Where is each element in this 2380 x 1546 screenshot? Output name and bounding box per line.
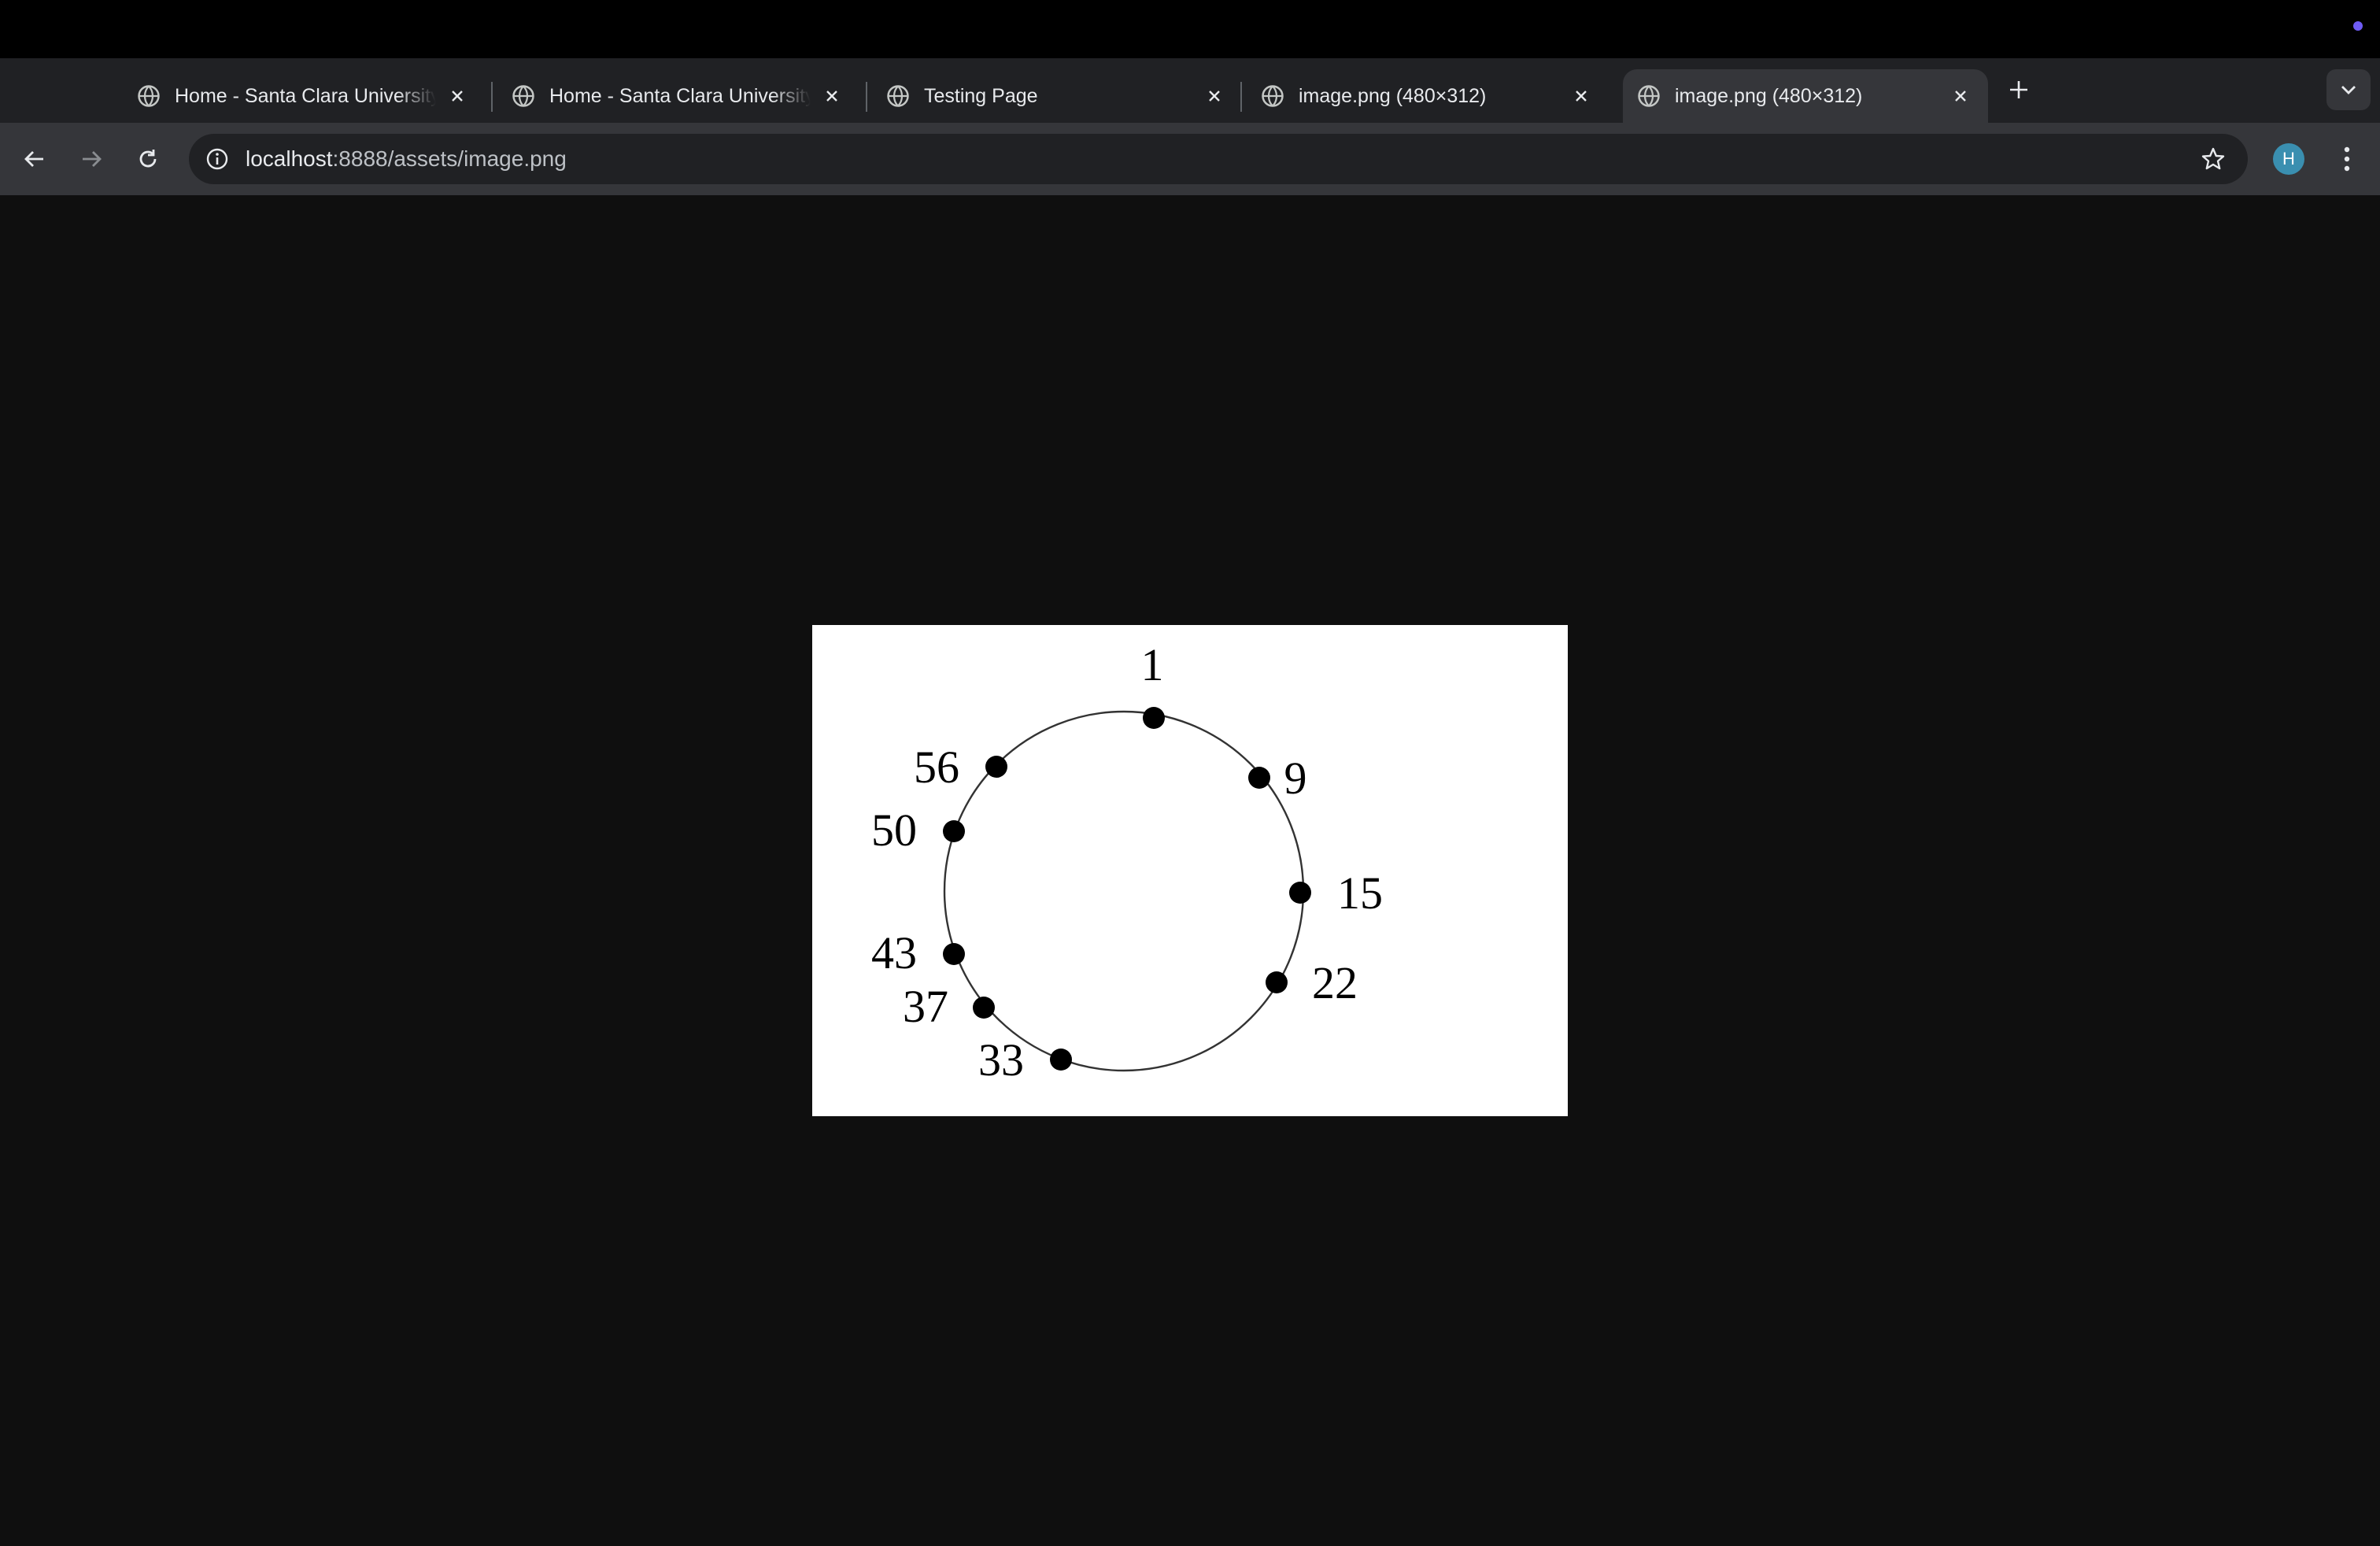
tab-3[interactable]: Testing Page xyxy=(872,69,1242,123)
tab-separator xyxy=(491,82,493,112)
browser-menu-button[interactable] xyxy=(2331,140,2363,178)
browser-toolbar: localhost:8888/assets/image.png xyxy=(0,123,2380,195)
point-43 xyxy=(943,943,965,965)
profile-avatar[interactable]: H xyxy=(2273,143,2304,175)
tab-separator xyxy=(866,82,867,112)
more-vertical-icon xyxy=(2344,146,2350,172)
tab-1[interactable]: Home - Santa Clara University xyxy=(123,69,485,123)
circle-diagram: 1 9 15 22 33 37 43 50 56 xyxy=(871,639,1383,1086)
tab-2[interactable]: Home - Santa Clara University xyxy=(497,69,859,123)
label-56: 56 xyxy=(914,742,959,793)
arrow-right-icon xyxy=(83,151,102,167)
tab-title: Testing Page xyxy=(924,84,1038,107)
url-text: localhost:8888/assets/image.png xyxy=(246,146,567,172)
back-button[interactable] xyxy=(16,140,54,178)
label-33: 33 xyxy=(978,1034,1024,1086)
globe-icon xyxy=(138,85,160,107)
label-50: 50 xyxy=(871,804,917,856)
point-15 xyxy=(1289,882,1311,904)
tab-title: Home - Santa Clara University xyxy=(549,84,811,107)
label-9: 9 xyxy=(1284,753,1307,804)
new-tab-button[interactable] xyxy=(2003,74,2034,105)
close-tab-icon[interactable] xyxy=(1203,84,1226,108)
globe-icon xyxy=(887,85,909,107)
globe-icon xyxy=(1638,85,1660,107)
tab-5-active[interactable]: image.png (480×312) xyxy=(1623,69,1988,123)
bookmark-star-icon[interactable] xyxy=(2199,145,2227,173)
point-1 xyxy=(1143,707,1165,729)
globe-icon xyxy=(512,85,534,107)
tab-title: Home - Santa Clara University xyxy=(175,84,436,107)
url-path: :8888/assets/image.png xyxy=(332,146,567,171)
close-tab-icon[interactable] xyxy=(1569,84,1593,108)
tab-title: image.png (480×312) xyxy=(1299,84,1487,107)
globe-icon xyxy=(1262,85,1284,107)
url-host: localhost xyxy=(246,146,333,171)
reload-button[interactable] xyxy=(129,140,167,178)
system-top-bar xyxy=(0,0,2380,58)
tab-separator xyxy=(1240,82,1242,112)
forward-button[interactable] xyxy=(72,140,110,178)
point-22 xyxy=(1266,971,1288,993)
point-9 xyxy=(1248,767,1270,789)
tab-title: image.png (480×312) xyxy=(1675,84,1863,107)
close-tab-icon[interactable] xyxy=(820,84,844,108)
reload-icon xyxy=(139,150,157,168)
point-56 xyxy=(985,756,1007,778)
label-22: 22 xyxy=(1312,957,1358,1008)
status-dot-icon xyxy=(2353,21,2363,31)
label-43: 43 xyxy=(871,927,917,978)
close-tab-icon[interactable] xyxy=(445,84,469,108)
label-15: 15 xyxy=(1337,867,1383,919)
site-info-icon[interactable] xyxy=(203,145,231,173)
label-37: 37 xyxy=(903,981,948,1032)
tab-4[interactable]: image.png (480×312) xyxy=(1247,69,1609,123)
arrow-left-icon xyxy=(24,151,43,167)
tab-strip: Home - Santa Clara University Home - San… xyxy=(0,58,2380,123)
address-bar[interactable]: localhost:8888/assets/image.png xyxy=(189,134,2248,184)
point-50 xyxy=(943,820,965,842)
close-tab-icon[interactable] xyxy=(1949,84,1972,108)
plus-icon xyxy=(2010,81,2027,98)
displayed-image: 1 9 15 22 33 37 43 50 56 xyxy=(812,625,1568,1116)
tab-search-button[interactable] xyxy=(2326,69,2371,110)
label-1: 1 xyxy=(1141,639,1164,690)
point-33 xyxy=(1050,1049,1072,1071)
point-37 xyxy=(973,997,995,1019)
chevron-down-icon xyxy=(2341,86,2356,94)
